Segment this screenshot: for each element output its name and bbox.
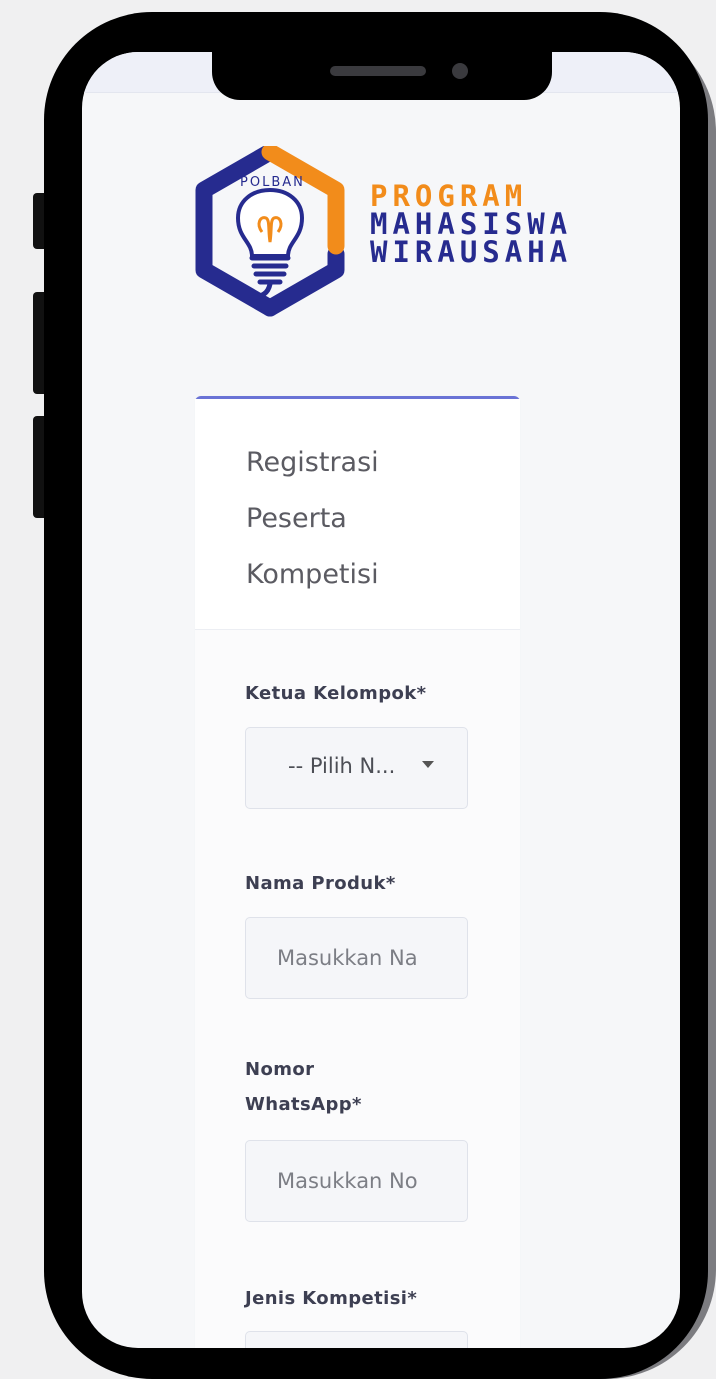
card-header: Registrasi Peserta Kompetisi	[195, 399, 520, 630]
speaker-grille	[330, 66, 426, 76]
logo-wordmark: PROGRAM MAHASISWA WIRAUSAHA	[370, 179, 573, 269]
program-logo: POLBAN PROGRAM MAHASISWA WIRAUSAHA	[192, 146, 612, 321]
logo-line-program: PROGRAM	[370, 179, 528, 213]
phone-notch	[212, 52, 552, 100]
nomor-whatsapp-label-line1: Nomor	[245, 1059, 315, 1080]
nama-produk-label: Nama Produk*	[245, 873, 396, 894]
polban-lightbulb-icon: POLBAN	[195, 146, 345, 317]
title-line-3: Kompetisi	[246, 559, 379, 590]
jenis-kompetisi-label: Jenis Kompetisi*	[245, 1288, 418, 1309]
logo-line-wirausaha: WIRAUSAHA	[370, 235, 573, 269]
phone-screen: POLBAN PROGRAM MAHASISWA WIRAUSAHA Regis…	[82, 52, 680, 1348]
phone-volume-down-button	[33, 416, 44, 518]
ketua-kelompok-label: Ketua Kelompok*	[245, 683, 427, 704]
nomor-whatsapp-field[interactable]	[245, 1140, 468, 1222]
nomor-whatsapp-input[interactable]	[246, 1141, 467, 1221]
nama-produk-field[interactable]	[245, 917, 468, 999]
nomor-whatsapp-label: Nomor WhatsApp*	[245, 1052, 362, 1122]
camera-icon	[452, 63, 468, 79]
registration-card: Registrasi Peserta Kompetisi Ketua Kelom…	[195, 396, 520, 1348]
page-title: Registrasi Peserta Kompetisi	[246, 435, 446, 603]
logo-line-mahasiswa: MAHASISWA	[370, 207, 573, 241]
nomor-whatsapp-label-line2: WhatsApp*	[245, 1094, 362, 1115]
nama-produk-input[interactable]	[246, 918, 467, 998]
caret-down-icon	[422, 761, 434, 768]
title-line-2: Peserta	[246, 503, 347, 534]
phone-volume-up-button	[33, 292, 44, 394]
phone-action-button	[33, 193, 44, 249]
jenis-kompetisi-select[interactable]	[245, 1331, 468, 1348]
title-line-1: Registrasi	[246, 447, 379, 478]
ketua-kelompok-selected-value: -- Pilih N...	[288, 754, 396, 778]
logo-badge-text: POLBAN	[240, 175, 305, 190]
ketua-kelompok-select[interactable]: -- Pilih N...	[245, 727, 468, 809]
